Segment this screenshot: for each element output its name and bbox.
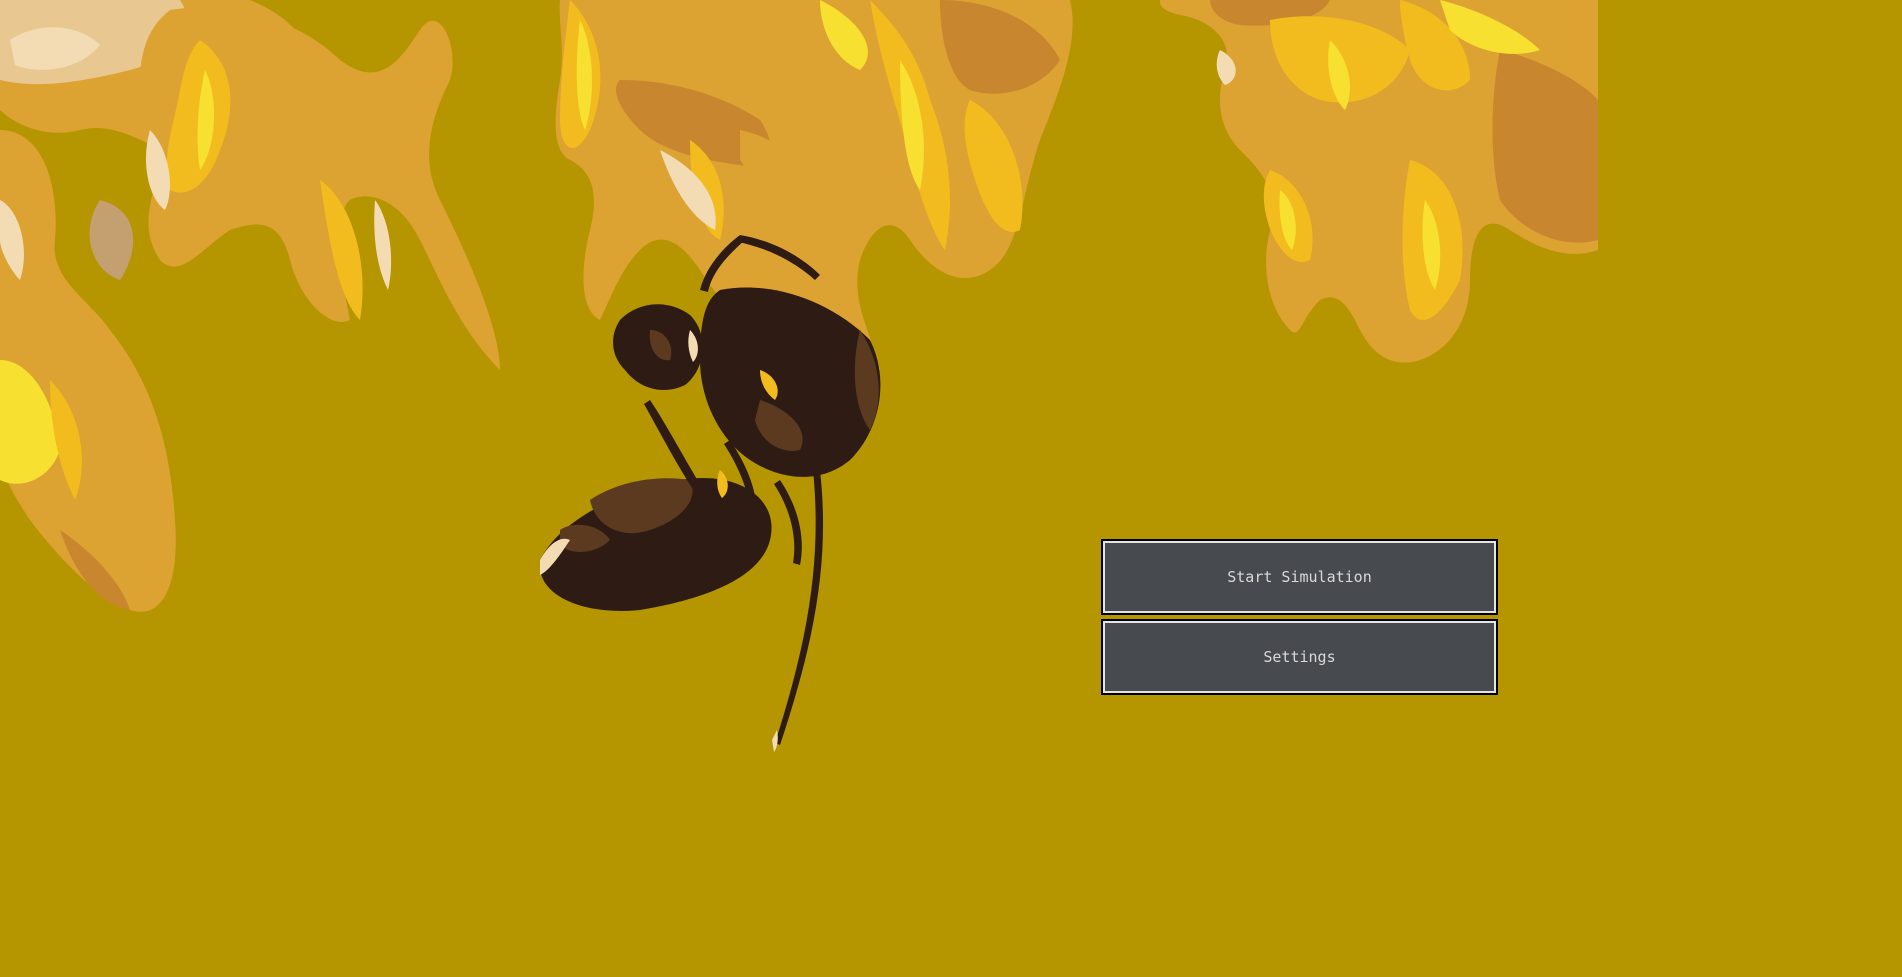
start-simulation-button[interactable]: Start Simulation: [1101, 539, 1498, 615]
main-menu-screen: Start Simulation Settings: [0, 0, 1902, 977]
bee-flowers-background: [0, 0, 1598, 752]
flower-cluster-left: [0, 0, 500, 612]
settings-button[interactable]: Settings: [1101, 619, 1498, 695]
flower-cluster-right: [1160, 0, 1598, 363]
bee-illustration: [540, 235, 881, 752]
start-simulation-label: Start Simulation: [1227, 568, 1372, 586]
settings-label: Settings: [1263, 648, 1336, 666]
